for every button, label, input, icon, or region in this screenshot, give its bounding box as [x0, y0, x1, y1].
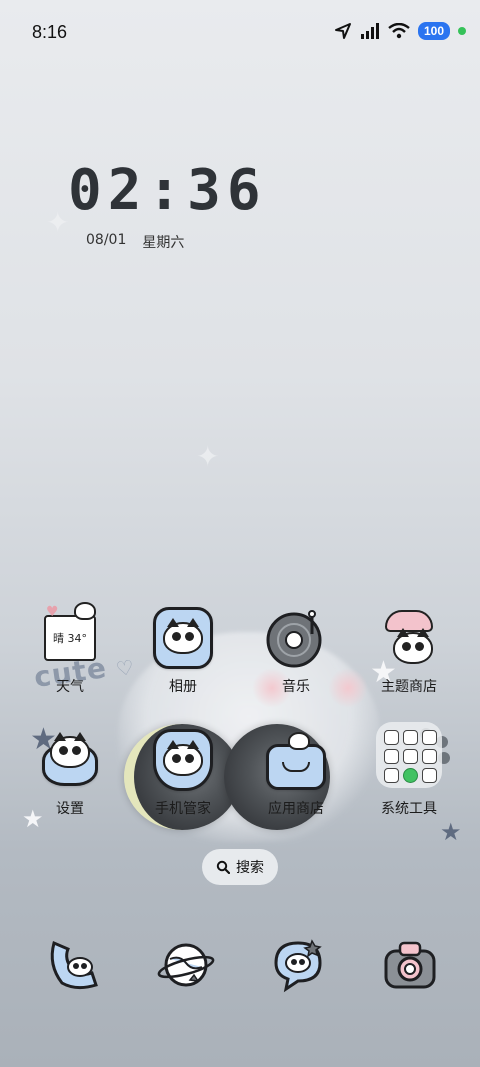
shield-icon [153, 729, 213, 791]
folder-icon [376, 722, 442, 788]
app-label: 应用商店 [268, 801, 324, 817]
cat-face-icon [50, 732, 90, 768]
dock-browser[interactable] [156, 935, 216, 995]
star-icon: ★ [440, 818, 462, 846]
camera-icon [384, 941, 436, 989]
status-bar: 8:16 100 [0, 0, 480, 68]
app-label: 手机管家 [155, 801, 211, 817]
battery-icon: 100 [417, 22, 450, 40]
app-store-icon [266, 730, 326, 790]
dock-messages[interactable] [268, 935, 328, 995]
app-music[interactable]: 音乐 [246, 608, 346, 696]
app-folder-system-tools[interactable]: 系统工具 [359, 722, 459, 818]
app-store[interactable]: 应用商店 [246, 730, 346, 818]
star-icon: ✦ [46, 206, 70, 239]
app-gallery[interactable]: 相册 [133, 607, 233, 696]
app-label: 系统工具 [381, 801, 437, 817]
theme-cat-icon [379, 608, 439, 668]
app-weather[interactable]: 晴 34° ♥ 天气 [20, 602, 120, 696]
bag-icon [266, 744, 326, 790]
cat-face-icon [163, 618, 203, 654]
search-label: 搜索 [236, 860, 264, 876]
cat-face-icon [393, 628, 433, 664]
message-cat-icon [274, 939, 322, 993]
app-label: 主题商店 [381, 679, 437, 695]
phone-manager-icon [153, 729, 213, 791]
app-label: 设置 [56, 801, 84, 817]
app-label: 音乐 [282, 679, 310, 695]
search-button[interactable]: 搜索 [202, 849, 278, 885]
vinyl-record-icon [266, 610, 322, 668]
wifi-icon [388, 23, 410, 39]
settings-cat-icon [40, 730, 100, 790]
photo-cat-icon [153, 607, 213, 669]
app-settings[interactable]: 设置 [20, 730, 120, 818]
app-label: 天气 [56, 679, 84, 695]
date-text: 08/01 [86, 232, 127, 248]
dock-camera[interactable] [380, 935, 440, 995]
app-label: 相册 [169, 679, 197, 695]
green-dot-icon [458, 27, 466, 35]
weather-widget-text: 晴 34° [44, 615, 96, 661]
browser-planet-icon [157, 943, 215, 987]
cat-face-icon [163, 740, 203, 776]
music-record-icon [266, 608, 326, 668]
status-icons: 100 [334, 22, 466, 40]
photo-frame [153, 607, 213, 669]
star-icon: ✦ [196, 440, 220, 473]
dock-phone[interactable] [44, 935, 104, 995]
cat-ear-icon [288, 732, 310, 750]
app-phone-manager[interactable]: 手机管家 [133, 729, 233, 818]
phone-cat-icon [50, 940, 98, 990]
clock-widget-time[interactable]: 02:36 [68, 158, 267, 223]
status-time: 8:16 [32, 22, 68, 42]
search-icon [216, 860, 230, 874]
weather-cat-icon: 晴 34° ♥ [40, 602, 100, 668]
heart-icon: ♥ [46, 604, 59, 620]
app-theme-store[interactable]: 主题商店 [359, 608, 459, 696]
cat-ear-icon [74, 602, 96, 620]
weekday-text: 星期六 [142, 235, 185, 251]
location-arrow-icon [334, 23, 351, 39]
signal-icon [360, 23, 379, 39]
clock-widget-date[interactable]: 08/01 星期六 [86, 232, 184, 252]
